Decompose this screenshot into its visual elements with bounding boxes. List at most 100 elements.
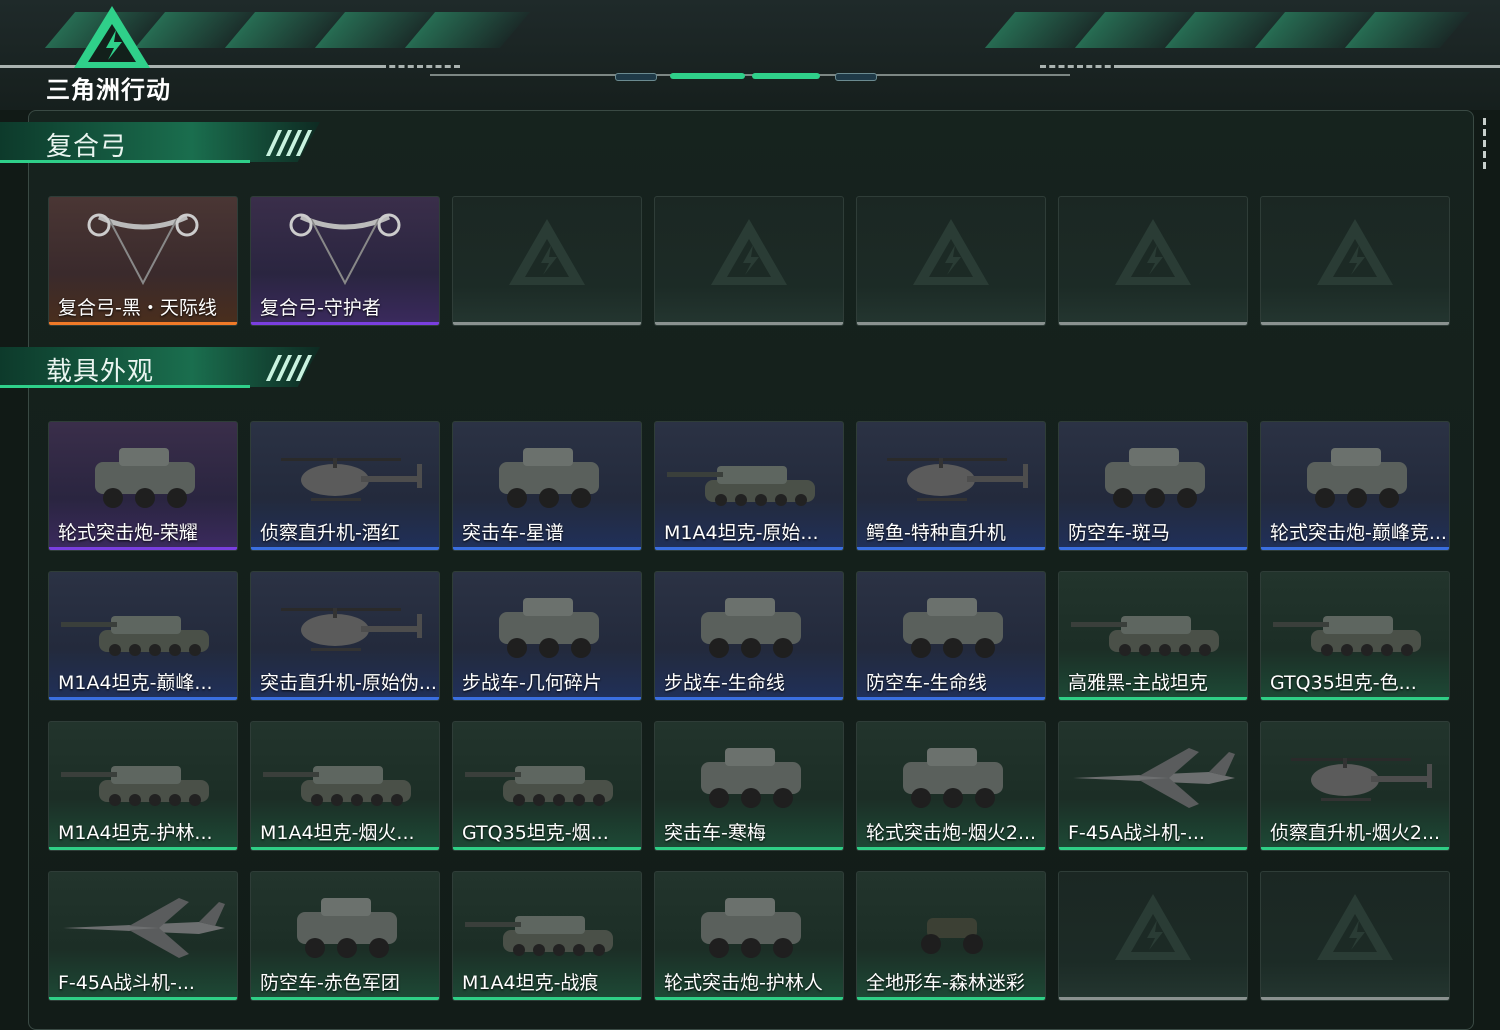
- skin-preview: [251, 203, 439, 293]
- wheeled-vehicle-icon: [701, 898, 801, 958]
- skin-preview: [453, 878, 641, 968]
- rarity-bar: [857, 547, 1045, 550]
- rarity-bar: [1059, 697, 1247, 700]
- jet-icon: [1073, 748, 1235, 808]
- helicopter-icon: [1291, 758, 1432, 801]
- empty-slot: [1260, 196, 1450, 326]
- rarity-bar: [251, 322, 439, 325]
- skin-card[interactable]: 高雅黑-主战坦克: [1058, 571, 1248, 701]
- empty-slot: [1260, 871, 1450, 1001]
- rarity-bar: [1261, 847, 1449, 850]
- skin-name: 突击车-星谱: [462, 522, 564, 544]
- empty-slot-logo-icon: [1115, 219, 1191, 285]
- skin-card[interactable]: 突击车-星谱: [452, 421, 642, 551]
- skin-preview: [655, 428, 843, 518]
- skin-card[interactable]: GTQ35坦克-色...: [1260, 571, 1450, 701]
- skin-preview: [49, 578, 237, 668]
- skin-card[interactable]: 突击直升机-原始伪...: [250, 571, 440, 701]
- skin-card[interactable]: 复合弓-守护者: [250, 196, 440, 326]
- skin-name: 轮式突击炮-护林人: [664, 972, 823, 994]
- skin-name: 侦察直升机-酒红: [260, 522, 400, 544]
- skin-card[interactable]: 防空车-生命线: [856, 571, 1046, 701]
- skin-name: 全地形车-森林迷彩: [866, 972, 1025, 994]
- skin-name: 复合弓-守护者: [260, 297, 381, 319]
- skin-card[interactable]: F-45A战斗机-...: [48, 871, 238, 1001]
- skin-name: 高雅黑-主战坦克: [1068, 672, 1208, 694]
- skin-name: 突击直升机-原始伪...: [260, 672, 436, 694]
- skin-card[interactable]: 防空车-斑马: [1058, 421, 1248, 551]
- jet-icon: [63, 898, 225, 958]
- skin-preview: [453, 578, 641, 668]
- section-title: 载具外观: [46, 357, 155, 387]
- skin-card[interactable]: 步战车-生命线: [654, 571, 844, 701]
- tank-icon: [263, 766, 411, 806]
- wheeled-vehicle-icon: [701, 598, 801, 658]
- wheeled-vehicle-icon: [297, 898, 397, 958]
- skin-card[interactable]: GTQ35坦克-烟...: [452, 721, 642, 851]
- header-indicator-active: [752, 73, 820, 79]
- skin-card[interactable]: M1A4坦克-战痕: [452, 871, 642, 1001]
- skin-preview: [453, 728, 641, 818]
- header-divider: [0, 65, 380, 68]
- tank-icon: [61, 766, 209, 806]
- section-title: 复合弓: [46, 132, 128, 162]
- rarity-bar: [1261, 697, 1449, 700]
- skin-card[interactable]: 侦察直升机-酒红: [250, 421, 440, 551]
- section-header-compound-bow: 复合弓: [0, 122, 330, 172]
- rarity-bar: [1261, 997, 1449, 1000]
- header-divider: [380, 65, 460, 68]
- header-indicator: [835, 73, 877, 81]
- skin-card[interactable]: 步战车-几何碎片: [452, 571, 642, 701]
- skin-name: 轮式突击炮-荣耀: [58, 522, 198, 544]
- empty-slot: [452, 196, 642, 326]
- rarity-bar: [251, 697, 439, 700]
- skin-card[interactable]: M1A4坦克-烟火...: [250, 721, 440, 851]
- skin-preview: [49, 428, 237, 518]
- game-title: 三角洲行动: [46, 76, 171, 104]
- skin-card[interactable]: M1A4坦克-巅峰...: [48, 571, 238, 701]
- skin-preview: [655, 878, 843, 968]
- skin-card[interactable]: F-45A战斗机-...: [1058, 721, 1248, 851]
- rarity-bar: [453, 997, 641, 1000]
- skin-card[interactable]: M1A4坦克-原始...: [654, 421, 844, 551]
- wheeled-vehicle-icon: [1105, 448, 1205, 508]
- skin-preview: [857, 728, 1045, 818]
- empty-slot: [1058, 871, 1248, 1001]
- empty-slot-logo-icon: [1317, 894, 1393, 960]
- skin-card[interactable]: 复合弓-黑・天际线: [48, 196, 238, 326]
- skin-card[interactable]: 突击车-寒梅: [654, 721, 844, 851]
- skin-card[interactable]: 轮式突击炮-巅峰竞...: [1260, 421, 1450, 551]
- skin-preview: [251, 878, 439, 968]
- wheeled-vehicle-icon: [701, 748, 801, 808]
- skin-card[interactable]: 轮式突击炮-护林人: [654, 871, 844, 1001]
- helicopter-icon: [887, 458, 1028, 501]
- scrollbar[interactable]: [1483, 118, 1486, 173]
- rarity-bar: [49, 847, 237, 850]
- skin-name: 复合弓-黑・天际线: [58, 297, 217, 319]
- skin-card[interactable]: M1A4坦克-护林...: [48, 721, 238, 851]
- tank-icon: [667, 466, 815, 506]
- empty-slot-logo-icon: [913, 219, 989, 285]
- atv-icon: [921, 918, 983, 954]
- skin-name: 轮式突击炮-巅峰竞...: [1270, 522, 1446, 544]
- skin-preview: [655, 578, 843, 668]
- skin-preview: [655, 728, 843, 818]
- skin-card[interactable]: 防空车-赤色军团: [250, 871, 440, 1001]
- skin-card[interactable]: 鳄鱼-特种直升机: [856, 421, 1046, 551]
- skin-card[interactable]: 侦察直升机-烟火2...: [1260, 721, 1450, 851]
- skin-name: 步战车-几何碎片: [462, 672, 602, 694]
- rarity-bar: [655, 997, 843, 1000]
- header-divider: [1040, 65, 1120, 68]
- skin-name: 轮式突击炮-烟火2...: [866, 822, 1037, 844]
- tank-icon: [1071, 616, 1219, 656]
- compound-bow-icon: [289, 213, 401, 286]
- empty-slot: [654, 196, 844, 326]
- skin-card[interactable]: 轮式突击炮-荣耀: [48, 421, 238, 551]
- skin-name: 防空车-赤色军团: [260, 972, 400, 994]
- wheeled-vehicle-icon: [903, 748, 1003, 808]
- skin-name: 防空车-斑马: [1068, 522, 1170, 544]
- skin-card[interactable]: 全地形车-森林迷彩: [856, 871, 1046, 1001]
- skin-preview: [1261, 428, 1449, 518]
- rarity-bar: [655, 322, 843, 325]
- skin-card[interactable]: 轮式突击炮-烟火2...: [856, 721, 1046, 851]
